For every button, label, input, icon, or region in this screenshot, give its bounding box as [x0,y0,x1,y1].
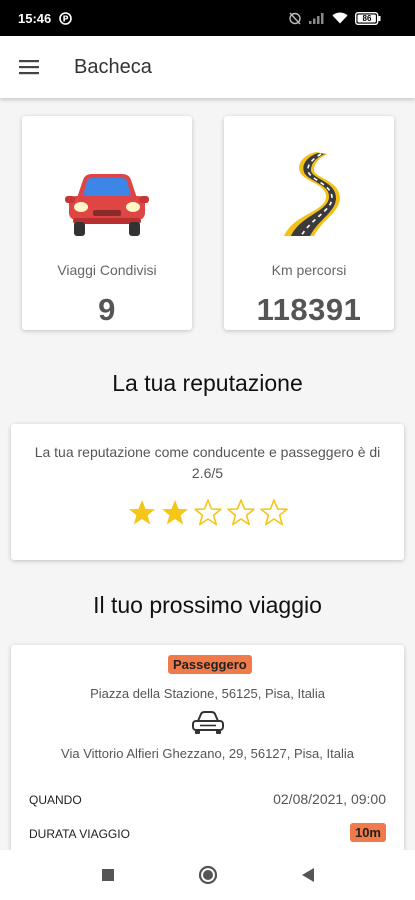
stat-value: 118391 [256,292,362,327]
app-bar: Bacheca [0,36,415,98]
alarm-off-icon [288,11,302,25]
role-badge: Passeggero [168,655,252,674]
when-label: QUANDO [29,793,82,807]
reputation-card: La tua reputazione come conducente e pas… [11,424,404,560]
stat-label: Viaggi Condivisi [57,262,157,278]
rating-stars [31,498,384,528]
battery-icon: 86 [355,11,401,25]
battery-level: 86 [362,13,372,23]
shared-trips-card: Viaggi Condivisi 9 [22,116,192,330]
duration-badge: 10m [349,823,386,842]
menu-button[interactable] [0,36,60,98]
status-time: 15:46 [18,10,52,26]
notification-icon: P [59,11,73,25]
status-bar: 15:46 P 86 [0,0,415,36]
car-icon [191,711,225,740]
road-illustration [284,152,340,237]
star-filled-icon [128,500,155,525]
reputation-text: La tua reputazione come conducente e pas… [34,444,381,481]
car-illustration [65,174,149,236]
star-empty-icon [193,499,222,526]
home-button[interactable] [193,860,223,890]
recents-button[interactable] [93,860,123,890]
star-filled-icon [161,500,188,525]
signal-icon [309,12,325,24]
dashboard-content[interactable]: Viaggi Condivisi 9 Km percorsi 118391 La… [0,98,415,850]
wifi-icon [332,12,348,24]
stat-label: Km percorsi [271,262,347,278]
recents-square-icon [101,869,114,881]
trip-origin: Piazza della Stazione, 56125, Pisa, Ital… [90,686,325,701]
system-nav-bar [0,850,415,900]
back-button[interactable] [293,860,323,890]
duration-label: DURATA VIAGGIO [29,827,130,841]
when-value: 02/08/2021, 09:00 [273,791,386,807]
svg-text:P: P [63,14,69,23]
app-title: Bacheca [74,55,152,78]
stat-value: 9 [98,292,116,327]
home-circle-icon [198,865,217,885]
star-empty-icon [226,499,255,526]
reputation-section-title: La tua reputazione [112,370,303,396]
hamburger-menu-icon [19,60,39,75]
back-triangle-icon [301,868,314,882]
trip-destination: Via Vittorio Alfieri Ghezzano, 29, 56127… [61,746,354,761]
next-trip-section-title: Il tuo prossimo viaggio [93,592,322,618]
next-trip-card[interactable]: Passeggero Piazza della Stazione, 56125,… [11,645,404,850]
km-traveled-card: Km percorsi 118391 [224,116,394,330]
star-empty-icon [259,499,288,526]
